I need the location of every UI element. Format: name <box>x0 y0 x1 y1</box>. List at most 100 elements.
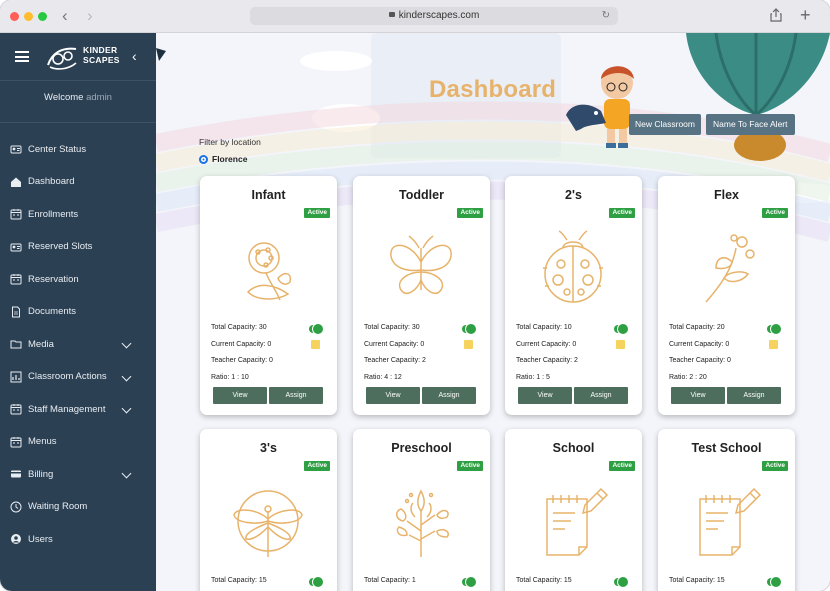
clock-icon <box>10 501 22 513</box>
sidebar-item-billing[interactable]: Billing <box>0 458 156 491</box>
stat-label: Current Capacity: <box>211 340 266 348</box>
capacity-toggle[interactable] <box>462 577 476 587</box>
status-badge: Active <box>762 208 788 218</box>
filter-label: Filter by location <box>199 137 261 147</box>
sidebar-item-label: Center Status <box>28 143 87 155</box>
sidebar-item-label: Staff Management <box>28 403 106 415</box>
edit-icon[interactable] <box>311 339 320 349</box>
flower-icon <box>246 242 292 301</box>
forward-arrow-icon[interactable]: › <box>87 7 93 25</box>
notepad-icon <box>699 487 762 556</box>
sidebar-item-label: Users <box>28 533 53 545</box>
capacity-toggle[interactable] <box>767 577 781 587</box>
edit-icon[interactable] <box>769 339 778 349</box>
edit-icon[interactable] <box>464 339 473 349</box>
new-classroom-button[interactable]: New Classroom <box>629 114 701 135</box>
view-button[interactable]: View <box>518 387 572 404</box>
notepad-icon <box>546 487 609 556</box>
sidebar-item-reserved-slots[interactable]: Reserved Slots <box>0 231 156 264</box>
sidebar-item-menus[interactable]: Menus <box>0 426 156 459</box>
chevron-down-icon[interactable] <box>121 403 132 414</box>
view-button[interactable]: View <box>366 387 420 404</box>
new-tab-icon[interactable]: + <box>800 4 811 26</box>
location-radio-label[interactable]: Florence <box>212 154 247 164</box>
browser-window: ‹ › kinderscapes.com ↻ + KINDER SCAPES ‹ <box>0 0 830 591</box>
stat-value: 2 <box>421 357 426 364</box>
browser-toolbar: ‹ › kinderscapes.com ↻ + <box>0 0 830 33</box>
stat-value: 1 <box>411 577 416 584</box>
stat-value: 0 <box>268 357 273 364</box>
hamburger-menu-icon[interactable] <box>15 51 29 62</box>
maximize-window-button[interactable] <box>38 12 47 21</box>
capacity-toggle[interactable] <box>614 577 628 587</box>
sidebar-item-center-status[interactable]: Center Status <box>0 133 156 166</box>
folder-icon <box>10 340 22 349</box>
stat-label: Teacher Capacity: <box>211 357 268 364</box>
total-capacity-row: Total Capacity: 20 <box>669 324 725 331</box>
status-badge: Active <box>304 208 330 218</box>
sidebar-item-dashboard[interactable]: Dashboard <box>0 166 156 199</box>
chart-icon <box>10 371 22 383</box>
edit-icon[interactable] <box>616 339 625 349</box>
status-badge: Active <box>457 461 483 471</box>
capacity-toggle[interactable] <box>462 324 476 334</box>
name-to-face-alert-button[interactable]: Name To Face Alert <box>706 114 795 135</box>
view-button[interactable]: View <box>671 387 725 404</box>
view-button[interactable]: View <box>213 387 267 404</box>
chevron-down-icon[interactable] <box>121 468 132 479</box>
total-capacity-row: Total Capacity: 10 <box>516 324 572 331</box>
welcome-user: admin <box>86 92 112 103</box>
stat-label: Current Capacity: <box>364 340 419 348</box>
assign-button[interactable]: Assign <box>574 387 628 404</box>
sidebar-item-label: Dashboard <box>28 176 75 188</box>
stat-label: Total Capacity: <box>516 324 562 331</box>
chevron-down-icon[interactable] <box>121 338 132 349</box>
status-badge: Active <box>762 461 788 471</box>
sidebar-item-enrollments[interactable]: Enrollments <box>0 198 156 231</box>
capacity-toggle[interactable] <box>767 324 781 334</box>
sprig-icon <box>705 234 755 303</box>
sidebar-item-users[interactable]: Users <box>0 523 156 556</box>
assign-button[interactable]: Assign <box>727 387 781 404</box>
classroom-name: Toddler <box>399 188 444 202</box>
sidebar-item-staff-management[interactable]: Staff Management <box>0 393 156 426</box>
reload-icon[interactable]: ↻ <box>602 7 610 25</box>
status-badge: Active <box>609 461 635 471</box>
capacity-toggle[interactable] <box>309 577 323 587</box>
chevron-down-icon[interactable] <box>121 371 132 381</box>
close-window-button[interactable] <box>10 12 19 21</box>
stat-label: Current Capacity: <box>669 340 724 348</box>
stat-value: 0 <box>420 340 425 348</box>
address-bar[interactable]: kinderscapes.com ↻ <box>250 7 618 25</box>
classroom-card: Flex Active Total Capacity: 20 Current Capa… <box>658 176 795 415</box>
classroom-card: School Active Total Capacity: 15 <box>505 429 642 591</box>
classroom-name: Preschool <box>391 441 452 455</box>
classroom-card: 3's Active Total Capacity: 15 <box>200 429 337 591</box>
capacity-toggle[interactable] <box>614 324 628 334</box>
stat-value: 1 : 5 <box>536 373 550 381</box>
share-icon[interactable] <box>770 8 782 22</box>
sidebar-item-label: Billing <box>28 468 54 480</box>
sidebar-item-waiting-room[interactable]: Waiting Room <box>0 491 156 524</box>
stat-value: 1 : 10 <box>231 373 249 381</box>
location-radio[interactable] <box>199 155 208 164</box>
stat-value: 15 <box>258 577 267 584</box>
assign-button[interactable]: Assign <box>269 387 323 404</box>
sidebar-item-documents[interactable]: Documents <box>0 296 156 329</box>
status-badge: Active <box>304 461 330 471</box>
status-badge: Active <box>609 208 635 218</box>
sidebar-item-media[interactable]: Media <box>0 328 156 361</box>
capacity-toggle[interactable] <box>309 324 323 334</box>
stat-label: Ratio: <box>516 373 535 381</box>
url-text: kinderscapes.com <box>398 10 480 21</box>
assign-button[interactable]: Assign <box>422 387 476 404</box>
card-icon <box>11 470 21 478</box>
collapse-sidebar-icon[interactable]: ‹ <box>132 48 137 64</box>
minimize-window-button[interactable] <box>24 12 33 21</box>
sidebar-item-reservation[interactable]: Reservation <box>0 263 156 296</box>
sidebar-item-classroom-actions[interactable]: Classroom Actions <box>0 361 156 394</box>
stat-label: Total Capacity: <box>364 324 410 331</box>
back-arrow-icon[interactable]: ‹ <box>62 7 68 25</box>
stat-value: 2 <box>573 357 578 364</box>
total-capacity-row: Total Capacity: 15 <box>669 577 725 584</box>
